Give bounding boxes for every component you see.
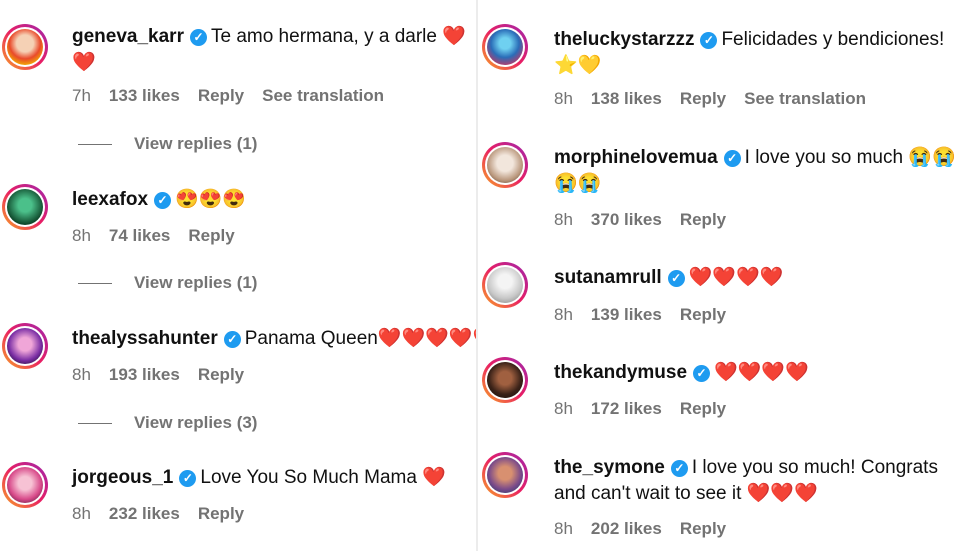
username[interactable]: jorgeous_1 [72,467,173,488]
comment-meta: 8h 193 likes Reply [72,365,262,385]
comment-meta: 8h 139 likes Reply [554,305,744,325]
comment-body: Te amo hermana, y a darle ❤️ [210,26,466,47]
view-replies-label: View replies (1) [134,134,258,153]
comment-meta: 8h 138 likes Reply See translation [554,89,884,109]
username[interactable]: leexafox [72,189,148,210]
view-replies-label: View replies (1) [134,273,258,292]
username[interactable]: geneva_karr [72,26,184,47]
reply-button[interactable]: Reply [680,519,726,538]
comment-body: I love you so much 😭😭 [744,147,956,168]
username[interactable]: thealyssahunter [72,328,218,349]
like-count[interactable]: 193 likes [109,365,180,384]
verified-badge-icon: ✓ [189,29,207,46]
comment-body-line2: ⭐💛 [554,55,602,76]
comment-text: thekandymuse ✓ ❤️❤️❤️❤️ [554,360,809,386]
view-replies-button[interactable]: View replies (1) [78,273,257,293]
reply-button[interactable]: Reply [188,226,234,245]
avatar[interactable] [2,462,48,508]
verified-badge-icon: ✓ [700,32,718,49]
comments-panel-right: theluckystarzzz ✓ Felicidades y bendicione… [478,0,980,551]
verified-badge-icon: ✓ [670,460,688,477]
view-replies-button[interactable]: View replies (3) [78,413,257,433]
comment-body: Panama Queen❤️❤️❤️❤️❤️ [244,328,476,349]
timestamp: 8h [72,226,91,245]
timestamp: 8h [554,89,573,108]
comment-meta: 7h 133 likes Reply See translation [72,86,402,106]
avatar[interactable] [482,24,528,70]
view-replies-button[interactable]: View replies (1) [78,134,257,154]
verified-badge-icon: ✓ [179,470,197,487]
timestamp: 8h [554,519,573,538]
avatar[interactable] [482,357,528,403]
timestamp: 8h [554,399,573,418]
comment-text: leexafox ✓ 😍😍😍 [72,187,246,213]
comment-text: morphinelovemua ✓ I love you so much 😭😭 😭😭 [554,145,980,197]
comment-text: thealyssahunter ✓ Panama Queen❤️❤️❤️❤️❤️ [72,326,476,352]
reply-button[interactable]: Reply [680,210,726,229]
verified-badge-icon: ✓ [693,365,711,382]
comments-panel-left: geneva_karr ✓ Te amo hermana, y a darle ❤️… [0,0,476,551]
reply-dash [78,144,112,146]
avatar[interactable] [2,24,48,70]
comment-body-line2: ❤️ [72,52,96,73]
comment-body-line2: and can't wait to see it ❤️❤️❤️ [554,483,818,504]
comment-body: 😍😍😍 [175,189,247,210]
avatar[interactable] [482,262,528,308]
avatar[interactable] [482,452,528,498]
like-count[interactable]: 139 likes [591,305,662,324]
comment-meta: 8h 232 likes Reply [72,504,262,524]
comment-meta: 8h 370 likes Reply [554,210,744,230]
like-count[interactable]: 232 likes [109,504,180,523]
avatar[interactable] [482,142,528,188]
timestamp: 8h [554,210,573,229]
comment-body: Felicidades y bendiciones! [721,29,945,50]
like-count[interactable]: 133 likes [109,86,180,105]
comment-body-line2: 😭😭 [554,173,602,194]
comment-text: geneva_karr ✓ Te amo hermana, y a darle ❤️… [72,24,476,76]
like-count[interactable]: 74 likes [109,226,170,245]
like-count[interactable]: 202 likes [591,519,662,538]
view-replies-label: View replies (3) [134,413,258,432]
comment-body: Love You So Much Mama ❤️ [200,467,446,488]
reply-button[interactable]: Reply [680,305,726,324]
username[interactable]: morphinelovemua [554,147,718,168]
verified-badge-icon: ✓ [154,192,172,209]
comment-body: I love you so much! Congrats [691,457,938,478]
username[interactable]: thekandymuse [554,362,687,383]
timestamp: 7h [72,86,91,105]
see-translation-button[interactable]: See translation [744,89,866,108]
like-count[interactable]: 370 likes [591,210,662,229]
comment-body: ❤️❤️❤️❤️ [688,267,784,288]
comment-meta: 8h 74 likes Reply [72,226,253,246]
comment-text: jorgeous_1 ✓ Love You So Much Mama ❤️ [72,465,446,491]
see-translation-button[interactable]: See translation [262,86,384,105]
reply-button[interactable]: Reply [680,89,726,108]
reply-button[interactable]: Reply [198,365,244,384]
username[interactable]: sutanamrull [554,267,662,288]
avatar[interactable] [2,184,48,230]
timestamp: 8h [72,365,91,384]
like-count[interactable]: 138 likes [591,89,662,108]
reply-button[interactable]: Reply [198,504,244,523]
comment-body: ❤️❤️❤️❤️ [714,362,809,383]
comment-text: sutanamrull ✓ ❤️❤️❤️❤️ [554,265,783,291]
comment-text: theluckystarzzz ✓ Felicidades y bendicione… [554,27,980,79]
comment-text: the_symone ✓ I love you so much! Congrats … [554,455,980,507]
verified-badge-icon: ✓ [723,150,741,167]
reply-dash [78,283,112,285]
verified-badge-icon: ✓ [223,331,241,348]
timestamp: 8h [554,305,573,324]
username[interactable]: theluckystarzzz [554,29,694,50]
reply-button[interactable]: Reply [198,86,244,105]
avatar[interactable] [2,323,48,369]
reply-dash [78,423,112,425]
username[interactable]: the_symone [554,457,665,478]
comment-meta: 8h 172 likes Reply [554,399,744,419]
timestamp: 8h [72,504,91,523]
reply-button[interactable]: Reply [680,399,726,418]
verified-badge-icon: ✓ [667,270,685,287]
comment-meta: 8h 202 likes Reply [554,519,744,539]
like-count[interactable]: 172 likes [591,399,662,418]
